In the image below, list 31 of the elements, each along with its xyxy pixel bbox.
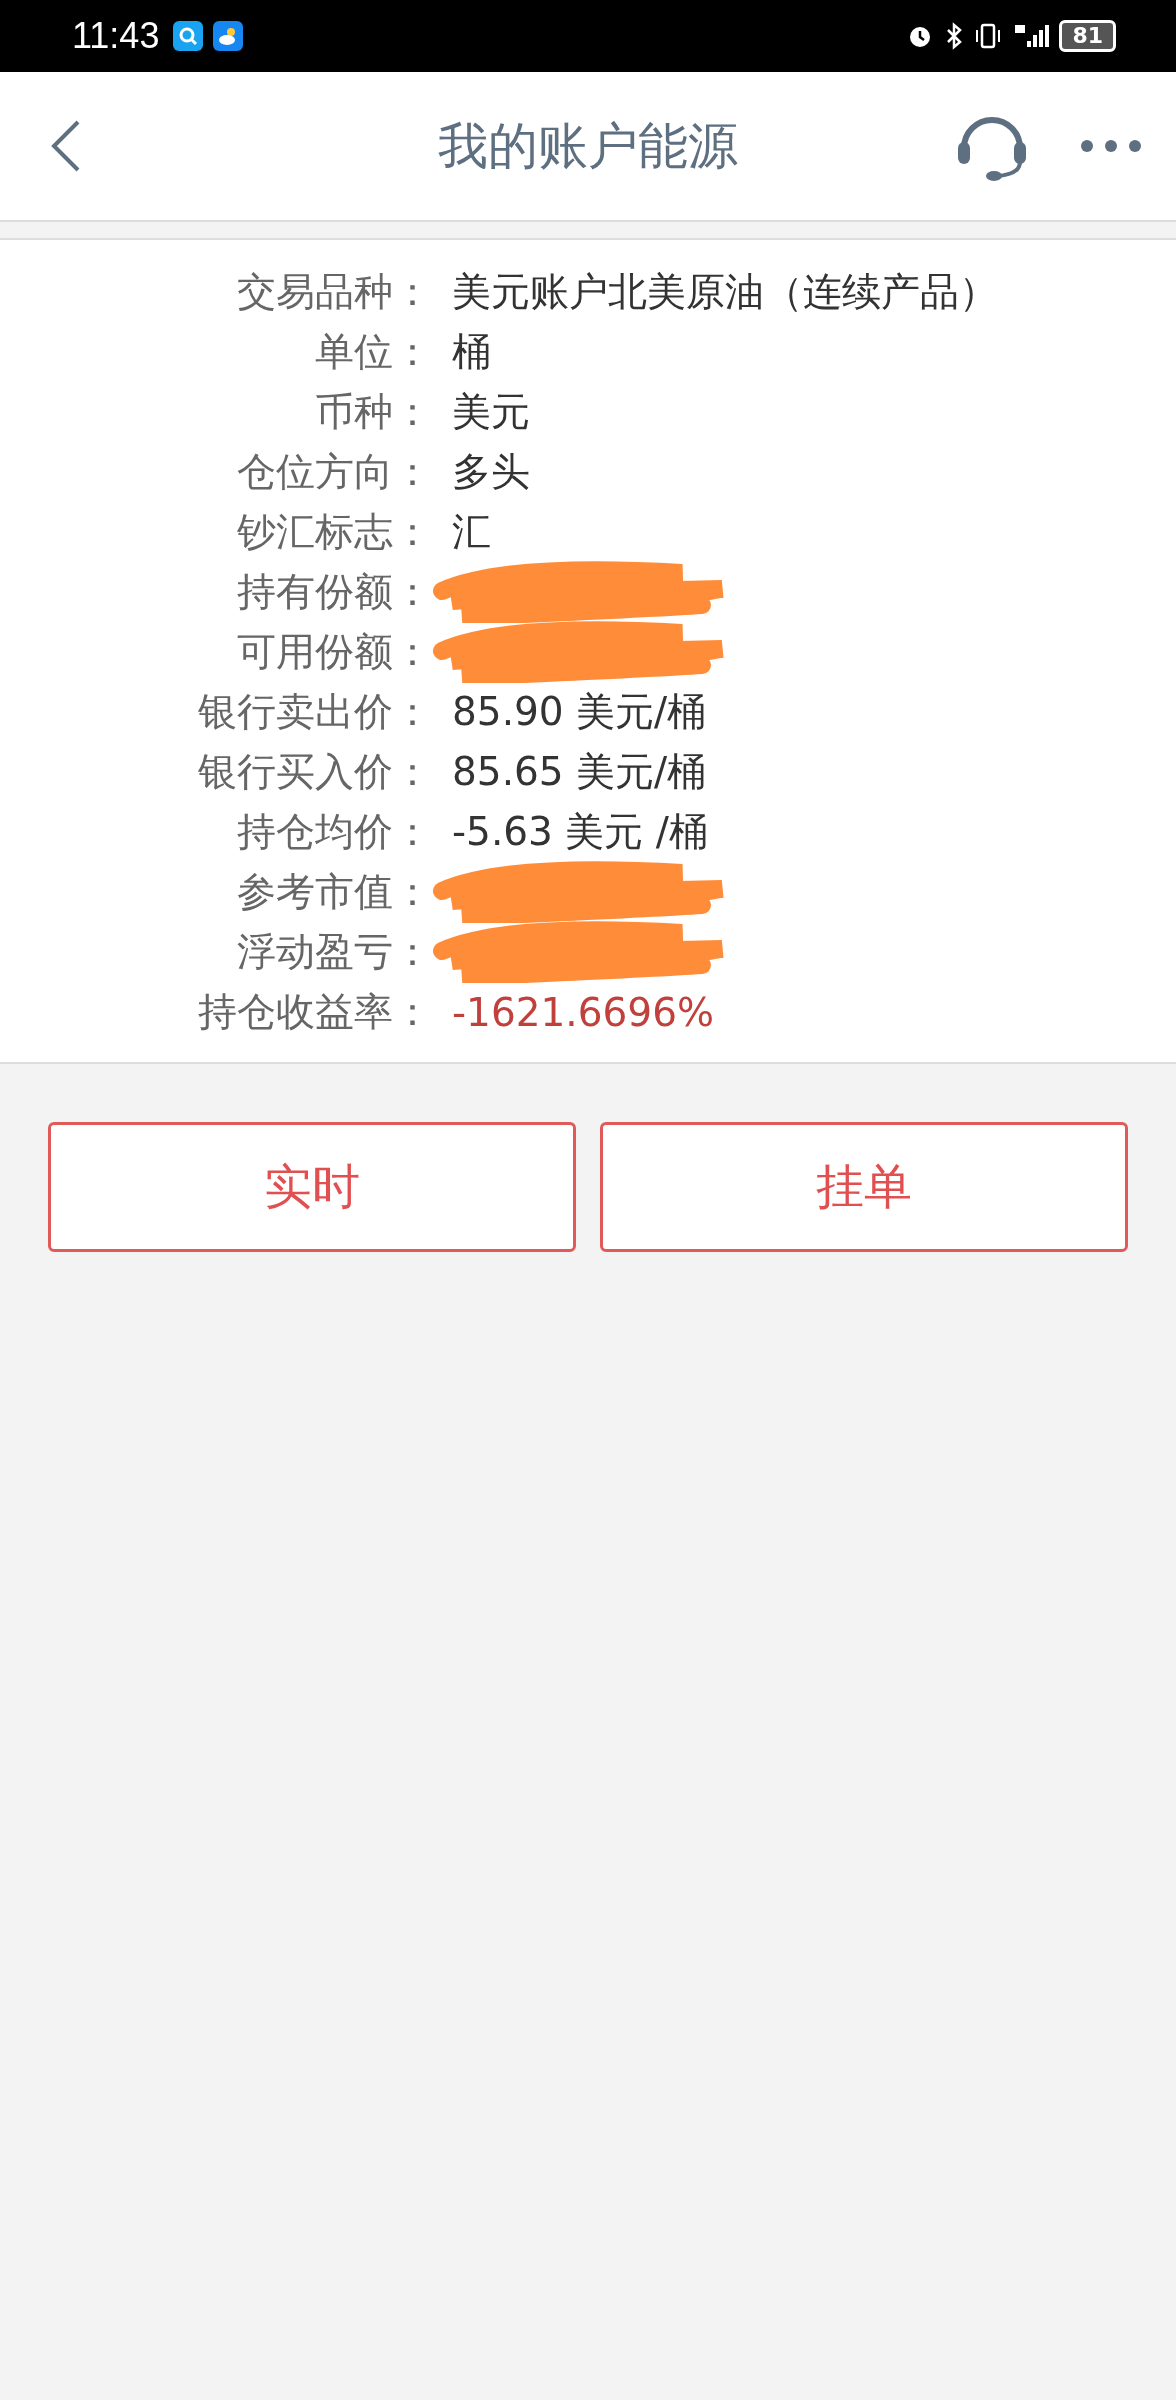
field-value: -5.63 美元 /桶 <box>452 808 708 856</box>
status-time: 11:43 <box>72 15 160 57</box>
field-label: 银行买入价： <box>197 748 432 796</box>
field-label: 银行卖出价： <box>197 688 432 736</box>
more-icon[interactable] <box>1080 139 1142 153</box>
field-value: 桶 <box>452 328 491 376</box>
field-label: 币种： <box>314 388 432 436</box>
field-value: 美元账户北美原油（连续产品） <box>452 268 998 316</box>
field-label: 交易品种： <box>236 268 432 316</box>
bluetooth-icon <box>945 21 964 51</box>
field-label: 持有份额： <box>236 568 432 616</box>
field-label: 单位： <box>314 328 432 376</box>
field-label: 持仓均价： <box>236 808 432 856</box>
field-label: 仓位方向： <box>236 448 432 496</box>
weather-app-icon <box>213 21 244 51</box>
action-button[interactable]: 挂单 <box>600 1122 1128 1252</box>
field-value: 汇 <box>452 508 491 556</box>
field-label: 持仓收益率： <box>197 988 432 1036</box>
page-title: 我的账户能源 <box>438 115 738 177</box>
search-app-icon <box>173 21 204 51</box>
battery-indicator: 81 <box>1059 20 1116 52</box>
field-label: 钞汇标志： <box>236 508 432 556</box>
field-label: 可用份额： <box>236 628 432 676</box>
field-value: 美元 <box>452 388 530 436</box>
field-value: 多头 <box>452 448 530 496</box>
field-value: -1621.6696% <box>452 989 715 1035</box>
field-value: 85.90 美元/桶 <box>452 688 707 736</box>
field-label: 浮动盈亏： <box>236 928 432 976</box>
action-button[interactable]: 实时 <box>48 1122 576 1252</box>
field-value: 85.65 美元/桶 <box>452 748 707 796</box>
field-label: 参考市值： <box>236 868 432 916</box>
